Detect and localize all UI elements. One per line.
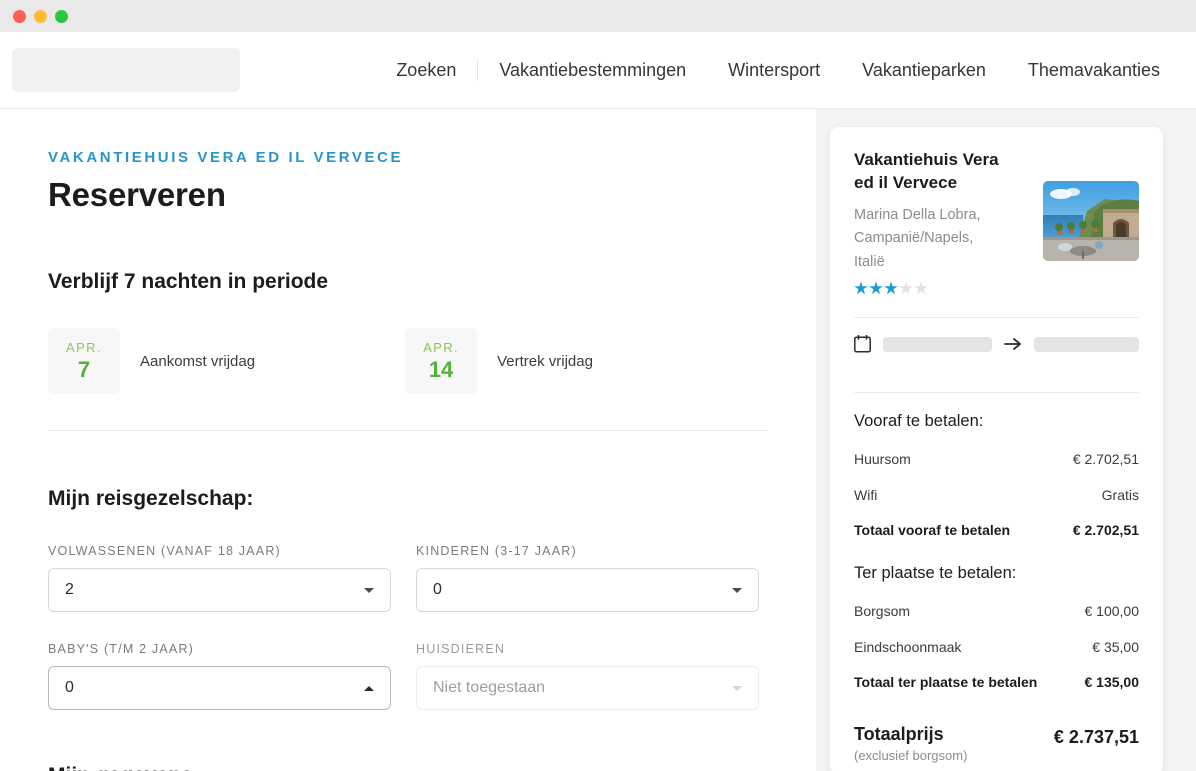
arrival-date-box: APR. 7 [48,328,120,394]
stay-period-title: Verblijf 7 nachten in periode [48,270,329,293]
booking-form-column: Vakantiehuis Vera ed il Vervece Reserver… [0,109,816,771]
onsite-row-0-value: € 100,00 [1084,603,1140,620]
booking-summary-card: Vakantiehuis Vera ed il Vervece Marina D… [830,127,1163,771]
departure-date-box: APR. 14 [405,328,478,394]
chevron-down-icon [364,587,374,593]
arrival-day: 7 [77,356,91,382]
babies-select[interactable]: 0 [48,666,391,710]
onsite-total-row: Totaal ter plaatse te betalen € 135,00 [854,674,1139,690]
details-section-title: Mijn gegevens: [48,764,768,771]
babies-value: 0 [65,679,74,696]
onsite-total-label: Totaal ter plaatse te betalen [854,674,1038,691]
page-title: Reserveren [48,176,226,213]
pets-select: Niet toegestaan [416,666,759,710]
prepay-total-label: Totaal vooraf te betalen [854,522,1011,539]
price-row: Wifi Gratis [854,487,1139,503]
arrow-right-icon [1004,338,1021,351]
prepay-row-0-label: Huursom [854,451,911,468]
nav-item-wintersport[interactable]: Wintersport [707,55,841,85]
page-eyebrow: Vakantiehuis Vera ed il Vervece [48,149,404,166]
property-info: Vakantiehuis Vera ed il Vervece Marina D… [854,149,1033,295]
price-row: Borgsom € 100,00 [854,603,1139,619]
section-divider [48,430,768,431]
onsite-row-1-label: Eindschoonmaak [854,639,962,656]
property-title: Vakantiehuis Vera ed il Vervece [854,150,999,192]
prepay-total-value: € 2.702,51 [1072,522,1139,539]
pets-label: Huisdieren [416,642,506,656]
chevron-down-icon [732,685,742,691]
adults-label: Volwassenen (vanaf 18 jaar) [48,544,281,558]
pets-value: Niet toegestaan [433,679,546,696]
page-body: Vakantiehuis Vera ed il Vervece Reserver… [0,109,1196,771]
field-babies: Baby's (t/m 2 jaar) 0 [48,642,391,710]
star-icon-filled [854,281,868,295]
star-rating [854,281,1033,295]
maximize-window-button[interactable] [55,9,68,23]
arrival-label: Aankomst vrijdag [140,352,256,370]
chevron-up-icon [364,685,374,691]
prepay-row-1-value: Gratis [1101,487,1139,504]
prepay-total-row: Totaal vooraf te betalen € 2.702,51 [854,522,1139,538]
onsite-row-0-label: Borgsom [854,603,911,620]
children-label: Kinderen (3-17 jaar) [416,544,577,558]
adults-value: 2 [65,581,74,598]
grand-total-note: (exclusief borgsom) [854,748,968,764]
chevron-down-icon [732,587,742,593]
nav-item-vakantiebestemmingen[interactable]: Vakantiebestemmingen [478,55,707,85]
summary-dates-row [854,318,1139,370]
location-line-2: Campanië/Napels, [854,230,974,247]
calendar-icon [854,335,871,353]
grand-total-row: Totaalprijs (exclusief borgsom) € 2.737,… [854,724,1139,763]
summary-column: Vakantiehuis Vera ed il Vervece Marina D… [816,109,1196,771]
party-section-title: Mijn reisgezelschap: [48,487,254,510]
children-value: 0 [433,581,442,598]
location-line-3: Italië [854,253,885,270]
star-icon-empty [914,281,928,295]
nav-item-zoeken[interactable]: Zoeken [375,55,477,85]
stay-dates-row: APR. 7 Aankomst vrijdag APR. 14 Vertrek … [48,328,768,394]
prepay-row-1-label: Wifi [854,487,878,504]
onsite-title: Ter plaatse te betalen: [854,564,1017,583]
prepay-title: Vooraf te betalen: [854,412,984,431]
star-icon-empty [899,281,913,295]
departure-label: Vertrek vrijdag [497,352,593,370]
property-header: Vakantiehuis Vera ed il Vervece Marina D… [854,149,1139,295]
party-form-grid: Volwassenen (vanaf 18 jaar) 2 Kinderen (… [48,544,768,718]
prepay-row-0-value: € 2.702,51 [1072,451,1139,468]
field-children: Kinderen (3-17 jaar) 0 [416,544,759,612]
nav-item-themavakanties[interactable]: Themavakanties [1007,55,1196,85]
grand-total-value: € 2.737,51 [1053,727,1139,748]
field-pets: Huisdieren Niet toegestaan [416,642,759,710]
minimize-window-button[interactable] [34,9,47,23]
property-location: Marina Della Lobra, Campanië/Napels, Ita… [854,204,1004,274]
departure-date-placeholder [1034,336,1139,352]
departure-day: 14 [428,356,454,382]
adults-select[interactable]: 2 [48,568,391,612]
departure-month: APR. [423,339,460,355]
site-logo-placeholder[interactable] [12,48,240,92]
children-select[interactable]: 0 [416,568,759,612]
site-header: Zoeken Vakantiebestemmingen Wintersport … [0,32,1196,109]
star-icon-filled [869,281,883,295]
browser-chrome [0,0,1196,32]
location-line-1: Marina Della Lobra, [854,206,981,223]
grand-total-label: Totaalprijs [854,724,944,745]
departure-date-group: APR. 14 Vertrek vrijdag [405,328,593,394]
nav-item-vakantieparken[interactable]: Vakantieparken [841,55,1007,85]
price-row: Eindschoonmaak € 35,00 [854,639,1139,655]
arrival-date-group: APR. 7 Aankomst vrijdag [48,328,255,394]
close-window-button[interactable] [13,9,26,23]
property-thumbnail [1043,181,1139,261]
babies-label: Baby's (t/m 2 jaar) [48,642,195,656]
arrival-month: APR. [66,339,102,355]
field-adults: Volwassenen (vanaf 18 jaar) 2 [48,544,391,612]
arrival-date-placeholder [883,336,992,352]
price-row: Huursom € 2.702,51 [854,451,1139,467]
star-icon-filled [884,281,898,295]
main-navigation: Zoeken Vakantiebestemmingen Wintersport … [375,55,1196,85]
onsite-row-1-value: € 35,00 [1092,639,1139,656]
grand-total-text: Totaalprijs (exclusief borgsom) [854,724,967,763]
onsite-total-value: € 135,00 [1084,674,1140,691]
card-divider [854,392,1139,394]
